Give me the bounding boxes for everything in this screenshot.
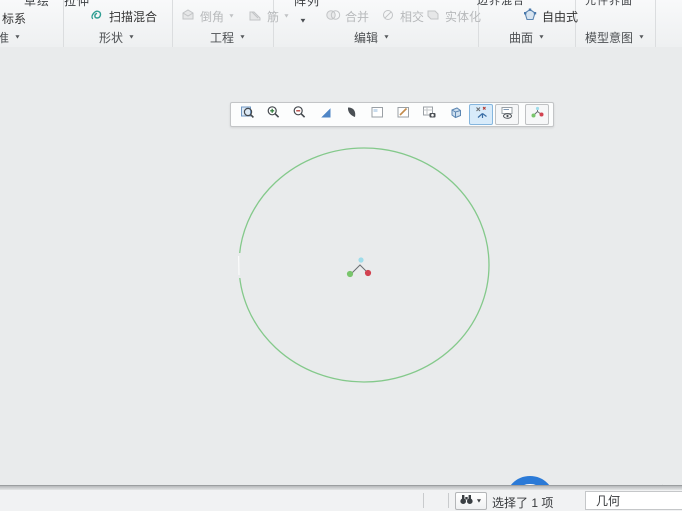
solidify-button: 实体化 <box>425 7 481 26</box>
clipped-button-top: 元件界面 <box>585 0 633 7</box>
freestyle-label: 自由式 <box>542 10 579 24</box>
spin-center-button[interactable] <box>525 104 549 125</box>
ribbon-group-separator <box>655 0 656 47</box>
sweep-blend-icon <box>89 7 105 26</box>
view-manager-icon <box>396 105 411 125</box>
annotation-display-button[interactable] <box>495 104 519 125</box>
capture-icon <box>422 105 437 125</box>
chevron-down-icon: ▼ <box>475 498 483 504</box>
chevron-down-icon: ▼ <box>638 34 645 41</box>
rib-button: 筋 ▼ <box>247 7 290 26</box>
coordinate-system-button[interactable]: 标系 <box>2 9 26 28</box>
group-label-text: 形状 <box>99 31 124 45</box>
group-label-text: 准 <box>0 29 9 46</box>
cad-application-window: 草绘 拉伸 阵列 边界混合 元件界面 标系 扫描混合 倒角 ▼ 筋 ▼ ▼ 合并… <box>0 0 682 511</box>
triad-x-dot <box>364 269 372 277</box>
group-label-shapes[interactable]: 形状 ▼ <box>99 29 135 46</box>
chamfer-button: 倒角 ▼ <box>180 7 235 26</box>
group-label-model-intent[interactable]: 模型意图 ▼ <box>585 29 645 46</box>
group-label-engineering[interactable]: 工程 ▼ <box>210 29 246 46</box>
graphics-toolbar <box>230 102 554 127</box>
refit-button[interactable] <box>235 104 259 125</box>
group-label-text: 编辑 <box>354 31 379 45</box>
chamfer-label: 倒角 <box>200 10 225 24</box>
status-bar: ▼ 选择了 1 项 几何 <box>0 490 682 511</box>
solidify-label: 实体化 <box>445 10 482 24</box>
group-label-text: 工程 <box>210 31 235 45</box>
refit-icon <box>240 105 255 125</box>
graphics-canvas[interactable]: 查询啦 chaxunla.com <box>0 47 682 511</box>
group-label-editing[interactable]: 编辑 ▼ <box>354 29 390 46</box>
repaint-icon <box>318 105 333 125</box>
spin-center-icon <box>530 105 545 125</box>
find-button[interactable]: ▼ <box>455 492 487 510</box>
clipped-button-top: 阵列 <box>294 0 321 8</box>
freestyle-icon <box>522 7 538 26</box>
rib-label: 筋 <box>267 10 280 24</box>
display-style-icon <box>344 105 359 125</box>
chamfer-icon <box>180 7 196 26</box>
chevron-down-icon: ▼ <box>299 16 307 25</box>
binoculars-icon <box>459 492 473 510</box>
perspective-view-icon <box>448 105 463 125</box>
merge-button: 合并 <box>325 7 369 26</box>
csys-triad[interactable] <box>346 257 372 278</box>
zoom-out-icon <box>292 105 307 125</box>
chevron-down-icon: ▼ <box>383 34 390 41</box>
selection-filter-value: 几何 <box>596 494 621 508</box>
chevron-down-icon: ▼ <box>538 34 545 41</box>
triad-z-dot <box>358 257 364 263</box>
view-manager-button[interactable] <box>391 104 415 125</box>
annotation-display-icon <box>500 105 515 125</box>
datum-display-filters-button[interactable] <box>469 104 493 125</box>
group-label-text: 曲面 <box>509 31 534 45</box>
selection-status-message: 选择了 1 项 <box>492 496 554 510</box>
group-label-datum[interactable]: 准 ▼ <box>0 29 21 46</box>
intersect-button: 相交 <box>380 7 424 26</box>
chevron-down-icon: ▼ <box>228 13 235 20</box>
display-style-button[interactable] <box>339 104 363 125</box>
zoom-out-button[interactable] <box>287 104 311 125</box>
sweep-blend-button[interactable]: 扫描混合 <box>89 7 157 26</box>
rib-icon <box>247 7 263 26</box>
zoom-in-button[interactable] <box>261 104 285 125</box>
group-label-text: 模型意图 <box>585 31 634 45</box>
status-separator <box>423 493 424 508</box>
merge-label: 合并 <box>345 10 370 24</box>
perspective-view-button[interactable] <box>443 104 467 125</box>
coordinate-system-label: 标系 <box>2 12 27 26</box>
clipped-button-top: 边界混合 <box>477 0 525 7</box>
saved-orientations-button[interactable] <box>365 104 389 125</box>
intersect-label: 相交 <box>400 10 425 24</box>
chevron-down-icon: ▼ <box>283 13 290 20</box>
solidify-icon <box>425 7 441 26</box>
zoom-in-icon <box>266 105 281 125</box>
ribbon: 草绘 拉伸 阵列 边界混合 元件界面 标系 扫描混合 倒角 ▼ 筋 ▼ ▼ 合并… <box>0 0 682 48</box>
group-label-surfaces[interactable]: 曲面 ▼ <box>509 29 545 46</box>
triad-y-dot <box>346 270 354 278</box>
chevron-down-icon: ▼ <box>14 34 21 41</box>
merge-icon <box>325 7 341 26</box>
sketch-circle[interactable] <box>238 147 490 383</box>
status-separator <box>448 493 449 508</box>
capture-button[interactable] <box>417 104 441 125</box>
ribbon-group-separator <box>172 0 173 47</box>
chevron-down-icon: ▼ <box>239 34 246 41</box>
sweep-blend-label: 扫描混合 <box>109 10 158 24</box>
selection-filter-dropdown[interactable]: 几何 <box>585 491 682 510</box>
repaint-button[interactable] <box>313 104 337 125</box>
saved-orientations-icon <box>370 105 385 125</box>
chevron-down-icon: ▼ <box>128 34 135 41</box>
freestyle-button[interactable]: 自由式 <box>522 7 578 26</box>
clipped-button-top: 拉伸 <box>64 0 91 8</box>
clipped-button-top: 草绘 <box>24 0 51 8</box>
intersect-icon <box>380 7 396 26</box>
datum-display-filters-icon <box>474 105 489 125</box>
pattern-dropdown-button[interactable]: ▼ <box>299 11 307 30</box>
